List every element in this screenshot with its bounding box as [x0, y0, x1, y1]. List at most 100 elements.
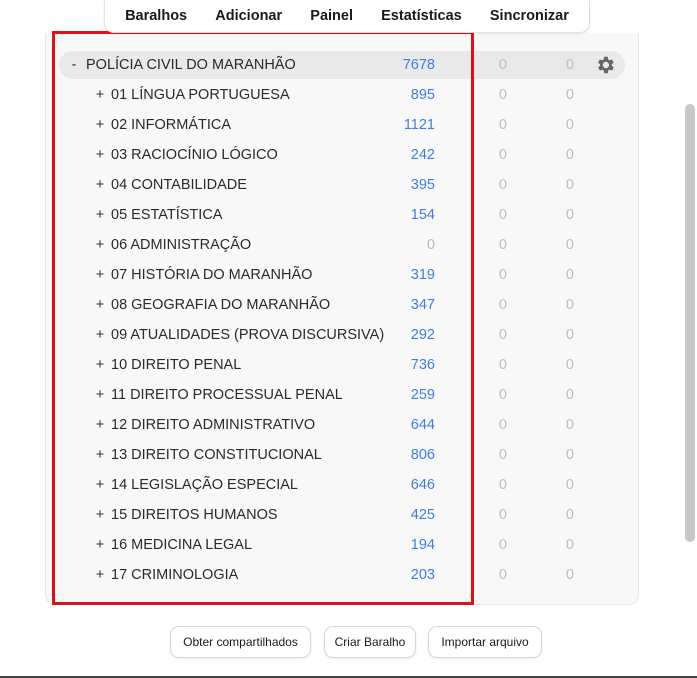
deck-name[interactable]: 11 DIREITO PROCESSUAL PENAL: [111, 387, 343, 403]
deck-name[interactable]: 16 MEDICINA LEGAL: [111, 537, 252, 553]
learn-count: 0: [498, 447, 507, 463]
expand-toggle[interactable]: +: [93, 357, 107, 373]
learn-count: 0: [498, 147, 507, 163]
new-count: 644: [410, 417, 435, 433]
deck-name[interactable]: 06 ADMINISTRAÇÃO: [111, 237, 251, 253]
learn-count: 0: [498, 567, 507, 583]
deck-name[interactable]: 13 DIREITO CONSTITUCIONAL: [111, 447, 322, 463]
deck-name[interactable]: 03 RACIOCÍNIO LÓGICO: [111, 147, 278, 163]
new-count: 425: [410, 507, 435, 523]
deck-row[interactable]: +10 DIREITO PENAL 736 0 0: [59, 351, 625, 379]
create-deck-button[interactable]: Criar Baralho: [324, 626, 416, 658]
parent-due-count: 0: [565, 57, 574, 73]
deck-row[interactable]: +14 LEGISLAÇÃO ESPECIAL 646 0 0: [59, 471, 625, 499]
new-count: 395: [410, 177, 435, 193]
new-count: 736: [410, 357, 435, 373]
deck-row[interactable]: +16 MEDICINA LEGAL 194 0 0: [59, 531, 625, 559]
deck-name[interactable]: 15 DIREITOS HUMANOS: [111, 507, 278, 523]
get-shared-button[interactable]: Obter compartilhados: [170, 626, 311, 658]
deck-name[interactable]: 14 LEGISLAÇÃO ESPECIAL: [111, 477, 298, 493]
deck-row[interactable]: +02 INFORMÁTICA 1121 0 0: [59, 111, 625, 139]
top-nav-bar: Baralhos Adicionar Painel Estatísticas S…: [104, 0, 590, 33]
deck-row[interactable]: +17 CRIMINOLOGIA 203 0 0: [59, 561, 625, 589]
learn-count: 0: [498, 87, 507, 103]
deck-row[interactable]: +05 ESTATÍSTICA 154 0 0: [59, 201, 625, 229]
deck-row[interactable]: +09 ATUALIDADES (PROVA DISCURSIVA) 292 0 0: [59, 321, 625, 349]
expand-toggle[interactable]: +: [93, 447, 107, 463]
learn-count: 0: [498, 177, 507, 193]
parent-learn-count: 0: [498, 57, 507, 73]
new-count: 895: [410, 87, 435, 103]
deck-name[interactable]: 17 CRIMINOLOGIA: [111, 567, 238, 583]
deck-name[interactable]: 07 HISTÓRIA DO MARANHÃO: [111, 267, 312, 283]
gear-icon[interactable]: [594, 54, 616, 76]
learn-count: 0: [498, 297, 507, 313]
nav-add[interactable]: Adicionar: [211, 6, 286, 26]
deck-row[interactable]: +04 CONTABILIDADE 395 0 0: [59, 171, 625, 199]
deck-row[interactable]: +06 ADMINISTRAÇÃO 0 0 0: [59, 231, 625, 259]
deck-name[interactable]: 01 LÍNGUA PORTUGUESA: [111, 87, 290, 103]
nav-sync[interactable]: Sincronizar: [486, 6, 573, 26]
expand-toggle[interactable]: +: [93, 177, 107, 193]
learn-count: 0: [498, 537, 507, 553]
expand-toggle[interactable]: +: [93, 207, 107, 223]
deck-row[interactable]: +07 HISTÓRIA DO MARANHÃO 319 0 0: [59, 261, 625, 289]
parent-deck-name[interactable]: POLÍCIA CIVIL DO MARANHÃO: [86, 57, 296, 73]
expand-toggle[interactable]: +: [93, 267, 107, 283]
learn-count: 0: [498, 477, 507, 493]
learn-count: 0: [498, 357, 507, 373]
new-count: 259: [410, 387, 435, 403]
due-count: 0: [565, 507, 574, 523]
nav-stats[interactable]: Estatísticas: [377, 6, 466, 26]
learn-count: 0: [498, 117, 507, 133]
deck-row[interactable]: +01 LÍNGUA PORTUGUESA 895 0 0: [59, 81, 625, 109]
expand-toggle[interactable]: +: [93, 87, 107, 103]
expand-toggle[interactable]: +: [93, 327, 107, 343]
expand-toggle[interactable]: +: [93, 417, 107, 433]
deck-name[interactable]: 09 ATUALIDADES (PROVA DISCURSIVA): [111, 327, 384, 343]
new-count: 319: [410, 267, 435, 283]
new-count: 0: [426, 237, 435, 253]
expand-toggle[interactable]: +: [93, 477, 107, 493]
deck-row[interactable]: +13 DIREITO CONSTITUCIONAL 806 0 0: [59, 441, 625, 469]
deck-name[interactable]: 05 ESTATÍSTICA: [111, 207, 222, 223]
parent-deck-row[interactable]: - POLÍCIA CIVIL DO MARANHÃO 7678 0 0: [59, 51, 625, 79]
new-count: 154: [410, 207, 435, 223]
expand-toggle[interactable]: +: [93, 237, 107, 253]
due-count: 0: [565, 87, 574, 103]
deck-row[interactable]: +12 DIREITO ADMINISTRATIVO 644 0 0: [59, 411, 625, 439]
expand-toggle[interactable]: +: [93, 567, 107, 583]
expand-toggle[interactable]: +: [93, 507, 107, 523]
new-count: 1121: [403, 117, 435, 133]
deck-name[interactable]: 08 GEOGRAFIA DO MARANHÃO: [111, 297, 330, 313]
new-count: 347: [410, 297, 435, 313]
learn-count: 0: [498, 417, 507, 433]
due-count: 0: [565, 207, 574, 223]
collapse-toggle[interactable]: -: [67, 57, 81, 73]
learn-count: 0: [498, 267, 507, 283]
deck-name[interactable]: 02 INFORMÁTICA: [111, 117, 231, 133]
expand-toggle[interactable]: +: [93, 537, 107, 553]
deck-row[interactable]: +08 GEOGRAFIA DO MARANHÃO 347 0 0: [59, 291, 625, 319]
deck-row[interactable]: +11 DIREITO PROCESSUAL PENAL 259 0 0: [59, 381, 625, 409]
expand-toggle[interactable]: +: [93, 387, 107, 403]
deck-name[interactable]: 10 DIREITO PENAL: [111, 357, 241, 373]
scrollbar[interactable]: [685, 104, 695, 542]
import-file-button[interactable]: Importar arquivo: [428, 626, 542, 658]
nav-browse[interactable]: Painel: [306, 6, 357, 26]
due-count: 0: [565, 477, 574, 493]
nav-decks[interactable]: Baralhos: [121, 6, 191, 26]
expand-toggle[interactable]: +: [93, 117, 107, 133]
expand-toggle[interactable]: +: [93, 147, 107, 163]
due-count: 0: [565, 357, 574, 373]
deck-row[interactable]: +03 RACIOCÍNIO LÓGICO 242 0 0: [59, 141, 625, 169]
due-count: 0: [565, 177, 574, 193]
deck-name[interactable]: 04 CONTABILIDADE: [111, 177, 247, 193]
due-count: 0: [565, 237, 574, 253]
deck-row[interactable]: +15 DIREITOS HUMANOS 425 0 0: [59, 501, 625, 529]
deck-name[interactable]: 12 DIREITO ADMINISTRATIVO: [111, 417, 315, 433]
due-count: 0: [565, 267, 574, 283]
learn-count: 0: [498, 237, 507, 253]
expand-toggle[interactable]: +: [93, 297, 107, 313]
due-count: 0: [565, 387, 574, 403]
